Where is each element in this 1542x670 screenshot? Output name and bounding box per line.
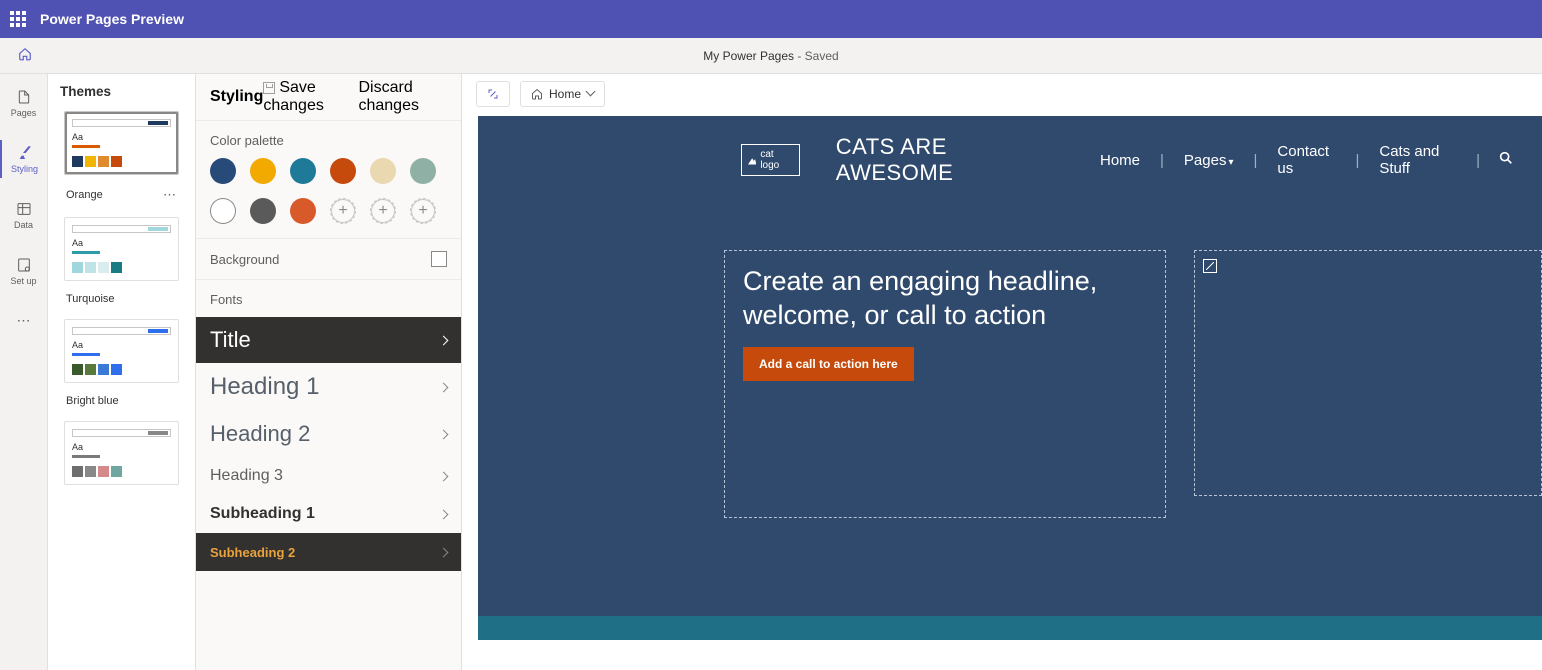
save-icon — [263, 82, 275, 94]
chevron-right-icon — [440, 331, 447, 349]
add-color-button[interactable]: + — [410, 198, 436, 224]
page-icon — [15, 88, 33, 106]
rail-pages[interactable]: Pages — [0, 84, 47, 122]
nav-link-cats[interactable]: Cats and Stuff — [1359, 143, 1476, 177]
canvas-toolbar: Home — [462, 74, 1542, 114]
gear-icon — [15, 256, 33, 274]
font-row-sh1[interactable]: Subheading 1 — [196, 495, 461, 533]
accent-strip — [478, 616, 1542, 640]
chevron-right-icon — [440, 505, 447, 523]
nav-link-pages[interactable]: Pages▾ — [1164, 152, 1254, 169]
font-list: Title Heading 1 Heading 2 Heading 3 Subh… — [196, 317, 461, 571]
chevron-right-icon — [440, 425, 447, 443]
rail-label: Pages — [11, 108, 37, 118]
site-nav: cat logo CATS ARE AWESOME Home| Pages▾| … — [478, 116, 1542, 186]
chevron-right-icon — [440, 543, 447, 561]
background-row[interactable]: Background — [196, 239, 461, 280]
theme-card-brightblue[interactable]: Aa — [64, 319, 179, 383]
rail-label: Data — [14, 220, 33, 230]
brush-icon — [16, 144, 34, 162]
color-palette-label: Color palette — [196, 121, 461, 158]
document-header: My Power Pages - Saved — [0, 38, 1542, 74]
cta-button[interactable]: Add a call to action here — [743, 347, 914, 381]
global-header: Power Pages Preview — [0, 0, 1542, 38]
font-row-h1[interactable]: Heading 1 — [196, 363, 461, 411]
background-label: Background — [210, 252, 279, 267]
theme-card-turquoise[interactable]: Aa — [64, 217, 179, 281]
site-logo[interactable]: cat logo — [741, 144, 800, 176]
color-swatch[interactable] — [250, 158, 276, 184]
font-row-h3[interactable]: Heading 3 — [196, 457, 461, 495]
search-icon[interactable] — [1480, 150, 1514, 170]
font-row-h2[interactable]: Heading 2 — [196, 411, 461, 457]
background-checkbox[interactable] — [431, 251, 447, 267]
color-swatch[interactable] — [410, 158, 436, 184]
add-color-button[interactable]: + — [370, 198, 396, 224]
theme-label: Turquoise — [66, 293, 115, 305]
site-hero-section: cat logo CATS ARE AWESOME Home| Pages▾| … — [478, 116, 1542, 616]
nav-link-home[interactable]: Home — [1080, 152, 1160, 169]
color-swatch[interactable] — [330, 158, 356, 184]
discard-button[interactable]: Discard changes — [358, 79, 451, 115]
theme-label: Orange — [66, 189, 103, 201]
panel-title: Styling — [196, 74, 263, 121]
home-icon — [531, 88, 543, 100]
preview-surface: cat logo CATS ARE AWESOME Home| Pages▾| … — [478, 116, 1542, 670]
rail-styling[interactable]: Styling — [0, 140, 47, 178]
font-row-sh2[interactable]: Subheading 2 — [196, 533, 461, 571]
left-rail: Pages Styling Data Set up ⋯ — [0, 74, 48, 670]
home-icon[interactable] — [18, 47, 32, 64]
color-swatch[interactable] — [290, 198, 316, 224]
themes-panel: Themes Aa Orange ⋯ Aa Turquoise Aa — [48, 74, 196, 670]
broken-image-icon — [1203, 259, 1217, 273]
themes-header: Themes — [48, 74, 195, 107]
intro-section: Introduction section — [478, 640, 1542, 670]
expand-button[interactable] — [476, 81, 510, 107]
chevron-right-icon — [440, 378, 447, 396]
theme-card-orange[interactable]: Aa — [64, 111, 179, 175]
theme-label: Bright blue — [66, 395, 119, 407]
theme-list: Aa Orange ⋯ Aa Turquoise Aa Brigh — [48, 107, 195, 670]
rail-label: Styling — [11, 164, 38, 174]
rail-setup[interactable]: Set up — [0, 252, 47, 290]
color-swatch[interactable] — [370, 158, 396, 184]
project-title: My Power Pages - Saved — [703, 49, 838, 63]
project-name: My Power Pages — [703, 49, 794, 63]
color-palette: + + + — [196, 158, 461, 238]
fonts-label: Fonts — [196, 280, 461, 317]
color-swatch[interactable] — [290, 158, 316, 184]
breadcrumb-label: Home — [549, 87, 581, 101]
rail-more[interactable]: ⋯ — [0, 308, 47, 333]
canvas-area: Home cat logo CATS ARE AWESOME Home| Pag… — [462, 74, 1542, 670]
theme-card-4[interactable]: Aa — [64, 421, 179, 485]
table-icon — [15, 200, 33, 218]
rail-data[interactable]: Data — [0, 196, 47, 234]
hero-image-block[interactable] — [1194, 250, 1542, 496]
hero-headline[interactable]: Create an engaging headline, welcome, or… — [743, 265, 1147, 333]
save-button[interactable]: Save changes — [263, 79, 354, 115]
app-launcher-icon[interactable] — [10, 11, 26, 27]
hero-text-block[interactable]: Create an engaging headline, welcome, or… — [724, 250, 1166, 518]
theme-more-icon[interactable]: ⋯ — [163, 187, 177, 203]
app-title: Power Pages Preview — [40, 11, 184, 27]
chevron-right-icon — [440, 467, 447, 485]
add-color-button[interactable]: + — [330, 198, 356, 224]
chevron-down-icon — [587, 87, 594, 101]
breadcrumb-home[interactable]: Home — [520, 81, 605, 107]
more-icon: ⋯ — [17, 312, 31, 329]
rail-label: Set up — [10, 276, 36, 286]
font-row-title[interactable]: Title — [196, 317, 461, 363]
save-status: - Saved — [797, 49, 838, 63]
color-swatch[interactable] — [210, 158, 236, 184]
color-swatch[interactable] — [210, 198, 236, 224]
nav-link-contact[interactable]: Contact us — [1257, 143, 1355, 177]
site-brand[interactable]: CATS ARE AWESOME — [836, 134, 1054, 186]
color-swatch[interactable] — [250, 198, 276, 224]
styling-detail-panel: Styling Save changes Discard changes Col… — [196, 74, 462, 670]
